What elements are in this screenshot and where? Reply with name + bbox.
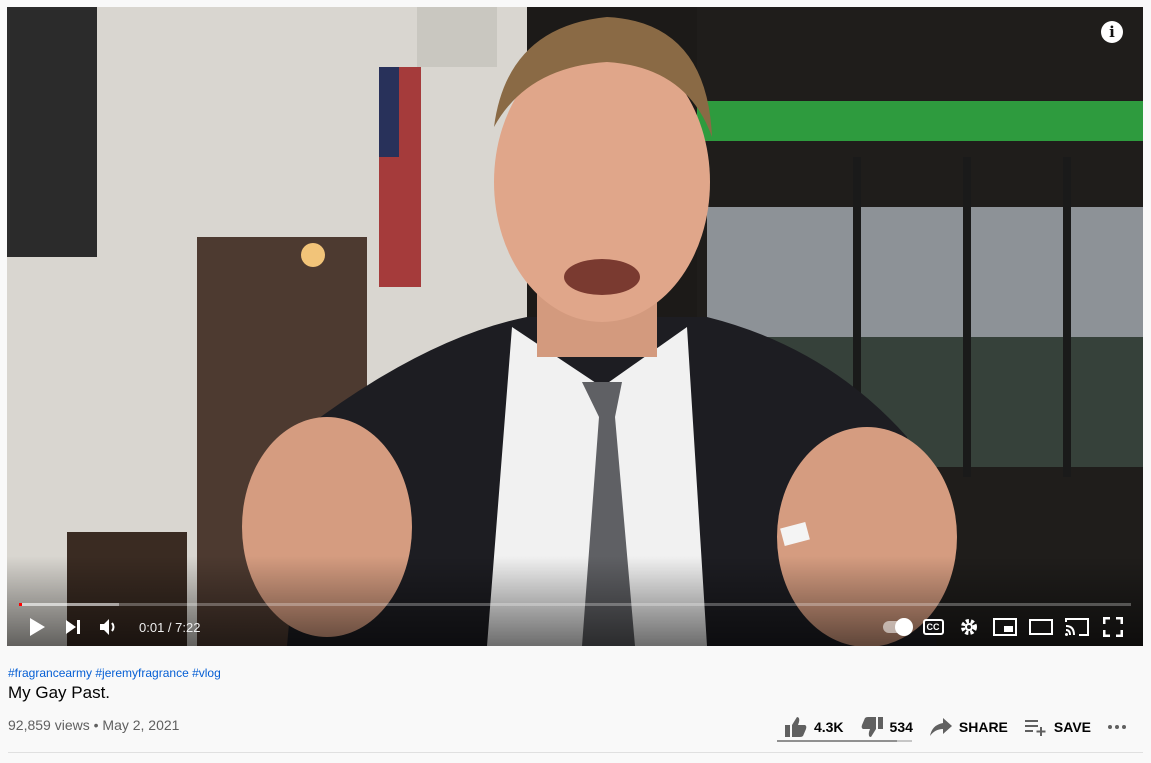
share-arrow-icon: [929, 718, 952, 736]
divider: [8, 752, 1143, 753]
save-button[interactable]: SAVE: [1024, 718, 1091, 736]
more-dots-icon: [1108, 725, 1126, 729]
upload-date: May 2, 2021: [102, 717, 180, 733]
save-label: SAVE: [1053, 719, 1091, 735]
settings-button[interactable]: [951, 611, 987, 643]
theater-mode-button[interactable]: [1023, 611, 1059, 643]
likes-fill: [777, 740, 898, 742]
captions-button[interactable]: CC: [915, 611, 951, 643]
miniplayer-button[interactable]: [987, 611, 1023, 643]
current-time: 0:01: [139, 619, 165, 635]
time-separator: /: [164, 619, 176, 635]
video-player[interactable]: i 0:01 / 7:22 CC: [7, 7, 1143, 646]
play-icon: [30, 618, 45, 636]
dislike-button[interactable]: 534: [860, 716, 913, 738]
meta-separator: •: [89, 717, 103, 733]
progress-bar[interactable]: [19, 603, 1131, 606]
thumbs-up-icon: [784, 717, 807, 737]
volume-button[interactable]: [91, 611, 127, 643]
time-display: 0:01 / 7:22: [139, 620, 200, 635]
play-button[interactable]: [19, 611, 55, 643]
duration: 7:22: [175, 619, 201, 635]
autoplay-knob: [895, 618, 913, 636]
player-controls: 0:01 / 7:22 CC: [19, 611, 1131, 643]
share-button[interactable]: SHARE: [929, 717, 1008, 737]
like-dislike-ratio-bar: [777, 740, 912, 742]
video-frame[interactable]: [7, 7, 1143, 646]
next-icon: [66, 620, 80, 634]
buffered-fill: [19, 603, 120, 606]
playlist-add-icon: [1024, 720, 1046, 736]
action-bar: 4.3K 534 SHARE SAVE: [768, 713, 1133, 741]
like-button[interactable]: 4.3K: [784, 716, 844, 738]
volume-icon: [100, 619, 115, 635]
like-count: 4.3K: [813, 719, 844, 735]
cast-button[interactable]: [1059, 611, 1095, 643]
video-meta: 92,859 views • May 2, 2021: [8, 717, 179, 733]
fullscreen-button[interactable]: [1095, 611, 1131, 643]
share-label: SHARE: [958, 719, 1008, 735]
hashtags-link[interactable]: #fragrancearmy #jeremyfragrance #vlog: [8, 666, 221, 680]
gear-icon: [961, 619, 977, 635]
miniplayer-icon: [993, 618, 1017, 636]
view-count: 92,859 views: [8, 717, 90, 733]
played-fill: [19, 603, 23, 606]
more-actions-button[interactable]: [1107, 724, 1133, 730]
video-title: My Gay Past.: [8, 683, 111, 702]
next-button[interactable]: [55, 611, 91, 643]
info-icon[interactable]: i: [1101, 21, 1123, 43]
captions-icon: CC: [922, 619, 944, 635]
thumbs-down-icon: [861, 717, 883, 737]
autoplay-toggle-icon: [883, 618, 913, 636]
autoplay-toggle[interactable]: [879, 611, 915, 643]
dislike-count: 534: [889, 719, 913, 735]
cast-icon: [1065, 618, 1089, 636]
fullscreen-icon: [1103, 617, 1123, 637]
theater-mode-icon: [1029, 619, 1053, 635]
